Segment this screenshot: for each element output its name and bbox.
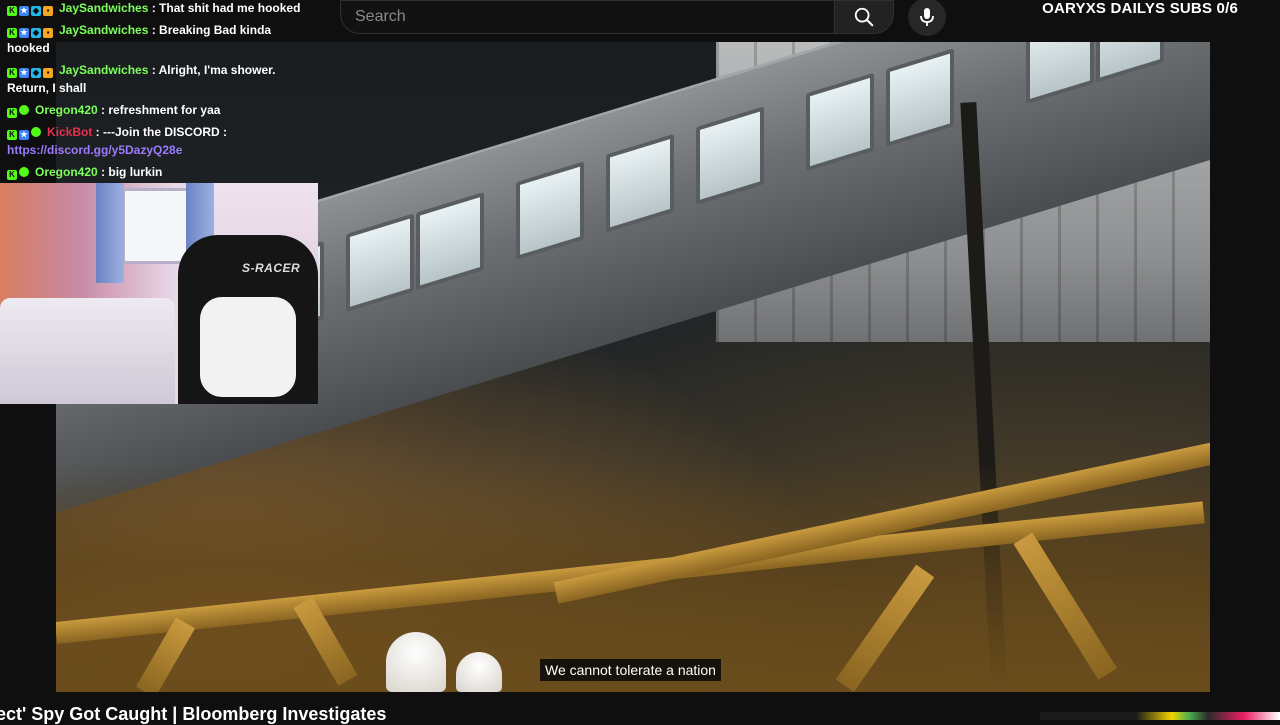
cube-badge-icon: ◆ — [31, 68, 41, 78]
chat-message: K ★ ◆ ▪ JaySandwiches : Breaking Bad kinda h… — [7, 21, 307, 57]
prime-badge-icon: ★ — [19, 130, 29, 140]
kick-badge-icon: K — [7, 6, 17, 16]
cube-badge-icon: ◆ — [31, 28, 41, 38]
chat-message: K Oregon420 : refreshment for yaa — [7, 101, 307, 119]
chat-message: K ★ ◆ ▪ JaySandwiches : Alright, I'ma shower… — [7, 61, 307, 97]
video-subtitle: We cannot tolerate a nation — [540, 659, 721, 681]
prime-badge-icon: ★ — [19, 68, 29, 78]
kick-badge-icon: K — [7, 108, 17, 118]
kick-badge-icon: K — [7, 68, 17, 78]
prime-badge-icon: ★ — [19, 28, 29, 38]
chat-message: K ★ KickBot : ---Join the DISCORD : https:/… — [7, 123, 307, 159]
sub-goal-overlay: OARYXS DAILYS SUBS 0/6 — [1042, 0, 1238, 17]
webcam-overlay: S-RACER — [0, 183, 318, 404]
chat-username[interactable]: JaySandwiches — [59, 63, 148, 77]
bottom-thumbnail-strip[interactable] — [1040, 712, 1280, 720]
verified-badge-icon — [31, 127, 41, 137]
chat-username[interactable]: JaySandwiches — [59, 1, 148, 15]
gift-badge-icon: ▪ — [43, 68, 53, 78]
webcam-bed — [0, 298, 175, 404]
video-trestle — [56, 436, 1210, 692]
chair-cushion — [200, 297, 296, 397]
search-button[interactable] — [834, 0, 894, 34]
chat-text: : That shit had me hooked — [148, 1, 301, 15]
discord-link[interactable]: https://discord.gg/y5DazyQ28e — [7, 143, 182, 157]
search-icon — [854, 7, 874, 27]
chat-username[interactable]: Oregon420 — [35, 103, 98, 117]
microphone-icon — [920, 8, 934, 26]
chat-username[interactable]: JaySandwiches — [59, 23, 148, 37]
kick-badge-icon: K — [7, 170, 17, 180]
gift-badge-icon: ▪ — [43, 6, 53, 16]
webcam-curtain — [96, 183, 124, 283]
search-box[interactable] — [340, 0, 834, 34]
chat-username[interactable]: KickBot — [47, 125, 92, 139]
chat-text: : big lurkin — [97, 165, 163, 179]
verified-badge-icon — [19, 167, 29, 177]
chat-text: : ---Join the DISCORD : — [92, 125, 227, 139]
chat-overlay: K ★ ◆ ▪ JaySandwiches : That shit had me hoo… — [7, 0, 307, 185]
kick-badge-icon: K — [7, 130, 17, 140]
gift-badge-icon: ▪ — [43, 28, 53, 38]
chat-message: K ★ ◆ ▪ JaySandwiches : That shit had me hoo… — [7, 0, 307, 17]
video-title: ect' Spy Got Caught | Bloomberg Investig… — [0, 704, 387, 724]
prime-badge-icon: ★ — [19, 6, 29, 16]
chat-text: : refreshment for yaa — [97, 103, 221, 117]
voice-search-button[interactable] — [908, 0, 946, 36]
chair-brand-label: S-RACER — [242, 261, 301, 275]
kick-badge-icon: K — [7, 28, 17, 38]
chat-message: K Oregon420 : big lurkin — [7, 163, 307, 181]
chat-username[interactable]: Oregon420 — [35, 165, 98, 179]
verified-badge-icon — [19, 105, 29, 115]
search-input[interactable] — [341, 7, 834, 27]
cube-badge-icon: ◆ — [31, 6, 41, 16]
